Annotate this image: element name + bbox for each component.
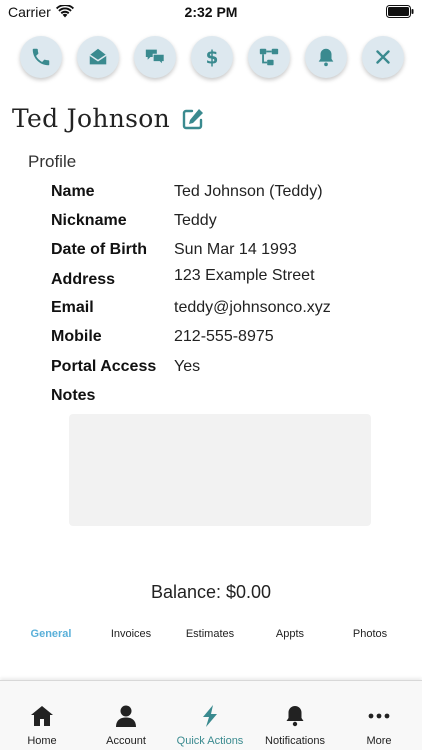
clock-time: 2:32 PM — [184, 4, 238, 20]
alert-button[interactable] — [305, 36, 347, 78]
tab-estimates[interactable]: Estimates — [170, 628, 250, 640]
phone-icon — [32, 48, 50, 66]
chat-bubbles-icon — [145, 49, 165, 66]
contact-name: Ted Johnson — [12, 104, 171, 133]
tab-invoices[interactable]: Invoices — [91, 628, 171, 640]
chat-button[interactable] — [134, 36, 176, 78]
email-button[interactable] — [77, 36, 119, 78]
workflow-button[interactable] — [248, 36, 290, 78]
payment-button[interactable]: $ — [191, 36, 233, 78]
field-value: Teddy — [174, 212, 217, 229]
nav-quick-actions[interactable]: Quick Actions — [168, 703, 252, 749]
svg-text:$: $ — [206, 47, 219, 68]
field-label: Mobile — [51, 328, 102, 345]
call-button[interactable] — [20, 36, 62, 78]
balance-text: Balance: $0.00 — [150, 582, 272, 602]
tab-appts[interactable]: Appts — [250, 628, 330, 640]
battery-icon — [386, 5, 414, 18]
nav-label: Home — [27, 735, 57, 747]
field-value: Sun Mar 14 1993 — [174, 241, 297, 258]
nav-label: More — [366, 735, 392, 747]
notes-box — [69, 414, 371, 526]
dollar-icon: $ — [206, 47, 219, 68]
tab-general[interactable]: General — [11, 628, 91, 640]
nav-label: Notifications — [265, 735, 325, 747]
nav-more[interactable]: More — [337, 703, 421, 749]
field-label: Nickname — [51, 212, 127, 229]
close-icon — [376, 50, 390, 64]
profile-row-nickname: Nickname Teddy — [51, 212, 411, 234]
nav-account[interactable]: Account — [84, 703, 168, 749]
nav-label: Account — [106, 735, 146, 747]
quick-action-row: $ — [20, 36, 404, 78]
nav-home[interactable]: Home — [0, 703, 84, 749]
more-dots-icon — [368, 713, 390, 719]
bell-icon — [318, 48, 334, 67]
field-label: Notes — [51, 387, 96, 404]
field-label: Date of Birth — [51, 241, 147, 258]
home-icon — [31, 706, 53, 726]
lightning-icon — [203, 705, 217, 727]
profile-row-date-of-birth: Date of Birth Sun Mar 14 1993 — [51, 241, 411, 263]
profile-row-portal-access: Portal Access Yes — [51, 358, 411, 380]
field-value: Yes — [174, 358, 201, 375]
profile-row-address: Address 123 Example Street — [51, 267, 411, 292]
user-icon — [116, 705, 136, 727]
field-value[interactable]: teddy@johnsonco.xyz — [174, 299, 331, 317]
field-value: 123 Example Street — [174, 267, 315, 284]
nav-notifications[interactable]: Notifications — [253, 703, 337, 749]
field-label: Portal Access — [51, 358, 157, 375]
nav-label: Quick Actions — [176, 735, 244, 747]
status-bar: Carrier 2:32 PM — [0, 0, 422, 26]
envelope-open-icon — [89, 48, 107, 65]
tab-photos[interactable]: Photos — [330, 628, 410, 640]
field-label: Email — [51, 299, 94, 316]
profile-section-label: Profile — [28, 152, 77, 171]
field-label: Name — [51, 183, 95, 200]
profile-row-mobile: Mobile 212-555-8975 — [51, 328, 411, 350]
bell-icon — [286, 706, 304, 727]
bottom-nav-bar: Home Account Quick Actions Notifications… — [0, 680, 422, 750]
edit-icon[interactable] — [180, 106, 206, 132]
field-value: Ted Johnson (Teddy) — [174, 183, 323, 200]
field-label: Address — [51, 271, 116, 288]
close-button[interactable] — [362, 36, 404, 78]
field-value[interactable]: 212-555-8975 — [174, 328, 274, 346]
profile-row-notes: Notes — [51, 387, 411, 409]
sitemap-icon — [259, 48, 279, 66]
tab-bar: General Invoices Estimates Appts Photos — [0, 628, 422, 646]
profile-row-email: Email teddy@johnsonco.xyz — [51, 299, 411, 321]
profile-row-name: Name Ted Johnson (Teddy) — [51, 183, 411, 205]
